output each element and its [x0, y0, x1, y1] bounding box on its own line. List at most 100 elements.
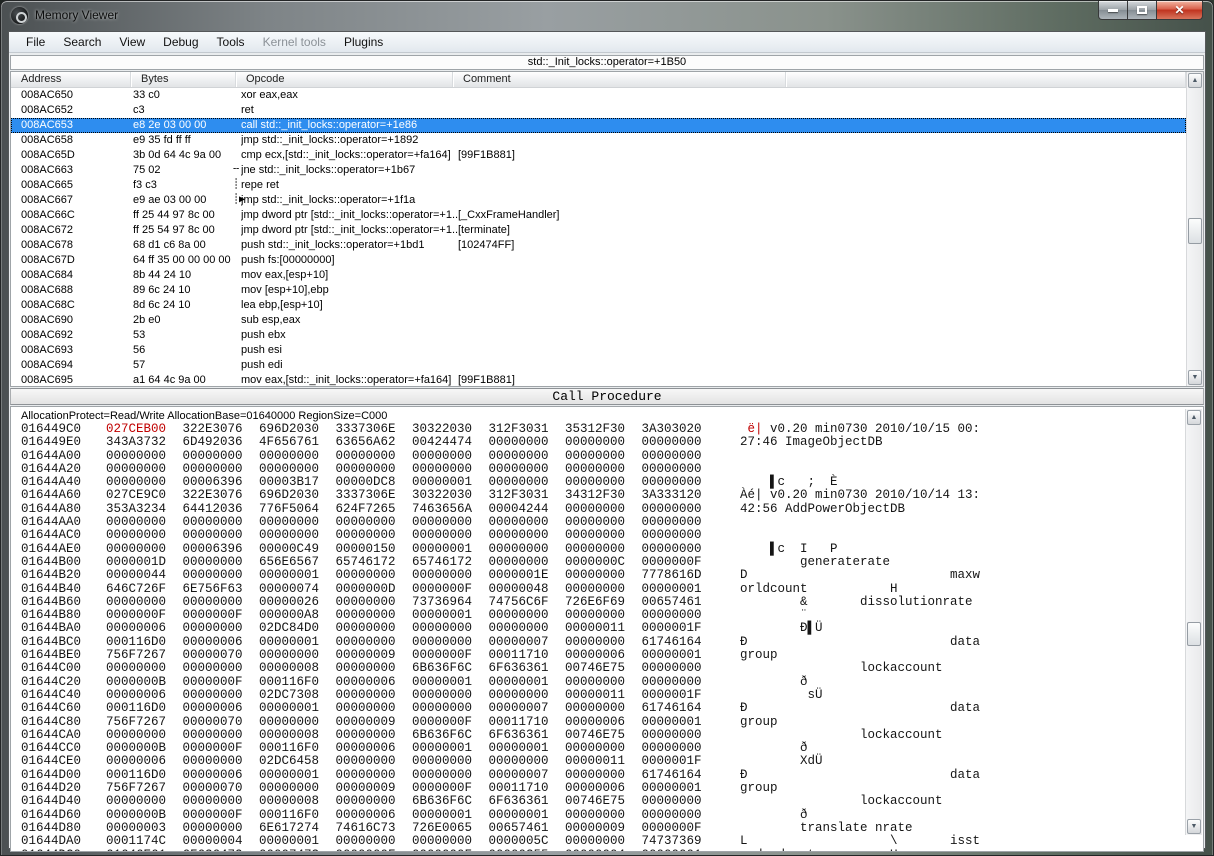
close-button[interactable]: ✕ — [1156, 1, 1203, 20]
hex-dword: 00000000 — [183, 795, 260, 808]
hex-row[interactable]: 01644AA000000000000000000000000000000000… — [11, 516, 1203, 529]
scroll-down-icon[interactable]: ▼ — [1188, 370, 1202, 385]
hex-row[interactable]: 01644D20756F7267000000700000000000000009… — [11, 782, 1203, 795]
hex-row[interactable]: 01644BA0000000060000000002DC84D000000000… — [11, 622, 1203, 635]
bytes-cell: 8b 44 24 10 — [133, 268, 241, 283]
disasm-row[interactable]: 008AC695a1 64 4c 9a 00mov eax,[std::_ini… — [11, 373, 1186, 387]
title-bar[interactable]: Memory Viewer ✕ — [1, 1, 1213, 31]
hex-dword: 00000000 — [336, 795, 413, 808]
hex-row[interactable]: 01644A2000000000000000000000000000000000… — [11, 463, 1203, 476]
menu-view[interactable]: View — [110, 33, 154, 51]
menu-debug[interactable]: Debug — [154, 33, 207, 51]
disasm-row[interactable]: 008AC69457push edi — [11, 358, 1186, 373]
hex-row[interactable]: 01644C40000000060000000002DC730800000000… — [11, 689, 1203, 702]
column-header-comment[interactable]: Comment — [453, 72, 786, 87]
hex-row[interactable]: 01644B800000000F0000000F000000A800000000… — [11, 609, 1203, 622]
hex-row[interactable]: 01644C60000116D0000000060000000100000000… — [11, 702, 1203, 715]
disasm-row[interactable]: 008AC67D64 ff 35 00 00 00 00push fs:[000… — [11, 253, 1186, 268]
opcode-cell: jmp std::_init_locks::operator=+1f1a — [241, 193, 458, 208]
menu-tools[interactable]: Tools — [208, 33, 254, 51]
scroll-up-icon[interactable]: ▲ — [1188, 73, 1202, 88]
hex-dword: 6F636472 — [183, 849, 260, 853]
menu-kernel-tools[interactable]: Kernel tools — [254, 33, 335, 51]
hex-row[interactable]: 01644CA000000000000000000000000800000000… — [11, 729, 1203, 742]
disasm-row[interactable]: 008AC69356push esi — [11, 343, 1186, 358]
column-header-bytes[interactable]: Bytes — [131, 72, 236, 87]
disasm-row[interactable]: 008AC69253push ebx — [11, 328, 1186, 343]
hex-row[interactable]: 01644BC0000116D0000000060000000100000000… — [11, 636, 1203, 649]
minimize-button[interactable] — [1098, 1, 1128, 20]
hex-row[interactable]: 01644B2000000044000000000000000100000000… — [11, 569, 1203, 582]
maximize-button[interactable] — [1128, 1, 1156, 20]
disasm-row[interactable]: 008AC66Cff 25 44 97 8c 00jmp dword ptr [… — [11, 208, 1186, 223]
hex-dword: 0000000F — [183, 742, 260, 755]
hex-row[interactable]: 01644DC061646E616F636472000074730000000F… — [11, 849, 1203, 853]
disasm-scrollbar[interactable]: ▲ ▼ — [1186, 72, 1203, 386]
hex-row[interactable]: 01644D8000000003000000006E61727474616C73… — [11, 822, 1203, 835]
disasm-row[interactable]: 008AC68889 6c 24 10mov [esp+10],ebp — [11, 283, 1186, 298]
hex-row[interactable]: 01644B000000001D00000000656E656765746172… — [11, 556, 1203, 569]
hex-address: 01644DC0 — [21, 849, 106, 853]
hex-row[interactable]: 01644C0000000000000000000000000800000000… — [11, 662, 1203, 675]
hex-row[interactable]: 01644C200000000B0000000F000116F000000006… — [11, 676, 1203, 689]
hex-dword: 00000000 — [412, 569, 489, 582]
hex-row[interactable]: 01644A40000000000000639600003B1700000DC8… — [11, 476, 1203, 489]
address-cell: 008AC650 — [11, 88, 133, 103]
opcode-cell: ret — [241, 103, 458, 118]
hex-row[interactable]: 016449C0027CEB00322E3076696D20303337306E… — [11, 423, 1203, 436]
disasm-row[interactable]: 008AC6902b e0sub esp,eax — [11, 313, 1186, 328]
hex-dword: 00000003 — [106, 822, 183, 835]
column-header-opcode[interactable]: Opcode — [236, 72, 453, 87]
hex-dword: 00000000 — [336, 835, 413, 848]
hex-row[interactable]: 01644B40646C726F6E756F63000000740000000D… — [11, 583, 1203, 596]
hex-address: 01644A40 — [21, 476, 106, 489]
hex-dword: 00000000 — [259, 463, 336, 476]
hex-row[interactable]: 01644D00000116D0000000060000000100000000… — [11, 769, 1203, 782]
close-icon: ✕ — [1174, 4, 1184, 16]
hex-row[interactable]: 01644C80756F7267000000700000000000000009… — [11, 716, 1203, 729]
disasm-row[interactable]: 008AC6848b 44 24 10mov eax,[esp+10] — [11, 268, 1186, 283]
disasm-row[interactable]: 008AC653e8 2e 03 00 00call std::_init_lo… — [11, 118, 1186, 133]
hex-row[interactable]: 01644CE0000000060000000002DC645800000000… — [11, 755, 1203, 768]
hex-dword: 00000000 — [183, 529, 260, 542]
call-procedure-bar[interactable]: Call Procedure — [10, 388, 1204, 405]
menu-plugins[interactable]: Plugins — [335, 33, 392, 51]
hex-row[interactable]: 01644D600000000B0000000F000116F000000006… — [11, 809, 1203, 822]
hex-row[interactable]: 01644AE0000000000000639600000C4900000150… — [11, 543, 1203, 556]
disasm-row[interactable]: 008AC65033 c0xor eax,eax — [11, 88, 1186, 103]
hex-row[interactable]: 01644A60027CE9C0322E3076696D20303337306E… — [11, 489, 1203, 502]
hex-ascii: generaterate — [740, 556, 890, 569]
hex-row[interactable]: 01644A0000000000000000000000000000000000… — [11, 450, 1203, 463]
hex-row[interactable]: 01644CC00000000B0000000F000116F000000006… — [11, 742, 1203, 755]
disasm-row[interactable]: 008AC665f3 c3┊repe ret — [11, 178, 1186, 193]
hex-row[interactable]: 01644DA00001174C000000040000000100000000… — [11, 835, 1203, 848]
hex-row[interactable]: 01644AC000000000000000000000000000000000… — [11, 529, 1203, 542]
disasm-row[interactable]: 008AC66375 02╌jne std::_init_locks::oper… — [11, 163, 1186, 178]
menu-search[interactable]: Search — [54, 33, 110, 51]
disasm-row[interactable]: 008AC658e9 35 fd ff ffjmp std::_init_loc… — [11, 133, 1186, 148]
hex-address: 01644D40 — [21, 795, 106, 808]
column-header-address[interactable]: Address — [11, 72, 131, 87]
hex-row[interactable]: 016449E0343A37326D4920364F65676163656A62… — [11, 436, 1203, 449]
hex-row[interactable]: 01644B6000000000000000000000002600000000… — [11, 596, 1203, 609]
disasm-row[interactable]: 008AC652c3ret — [11, 103, 1186, 118]
hex-dword: 00000000 — [259, 516, 336, 529]
hex-scrollbar[interactable]: ▲ ▼ — [1185, 409, 1202, 835]
disasm-row[interactable]: 008AC68C8d 6c 24 10lea ebp,[esp+10] — [11, 298, 1186, 313]
disasm-row[interactable]: 008AC667e9 ae 03 00 00┊▶jmp std::_init_l… — [11, 193, 1186, 208]
disasm-row[interactable]: 008AC672ff 25 54 97 8c 00jmp dword ptr [… — [11, 223, 1186, 238]
hex-address: 01644A60 — [21, 489, 106, 502]
menu-file[interactable]: File — [17, 33, 54, 51]
hex-dword: 00000000 — [565, 476, 642, 489]
hex-scrollbar-thumb[interactable] — [1187, 622, 1201, 646]
disasm-scrollbar-thumb[interactable] — [1188, 218, 1202, 244]
hex-row[interactable]: 01644BE0756F7267000000700000000000000009… — [11, 649, 1203, 662]
hex-dword: 00746E75 — [565, 662, 642, 675]
hex-row[interactable]: 01644D4000000000000000000000000800000000… — [11, 795, 1203, 808]
disasm-row[interactable]: 008AC65D3b 0d 64 4c 9a 00cmp ecx,[std::_… — [11, 148, 1186, 163]
disasm-row[interactable]: 008AC67868 d1 c6 8a 00push std::_init_lo… — [11, 238, 1186, 253]
window-controls: ✕ — [1098, 1, 1203, 20]
scroll-up-icon[interactable]: ▲ — [1187, 410, 1201, 425]
hex-row[interactable]: 01644A80353A323464412036776F5064624F7265… — [11, 503, 1203, 516]
scroll-down-icon[interactable]: ▼ — [1187, 819, 1201, 834]
